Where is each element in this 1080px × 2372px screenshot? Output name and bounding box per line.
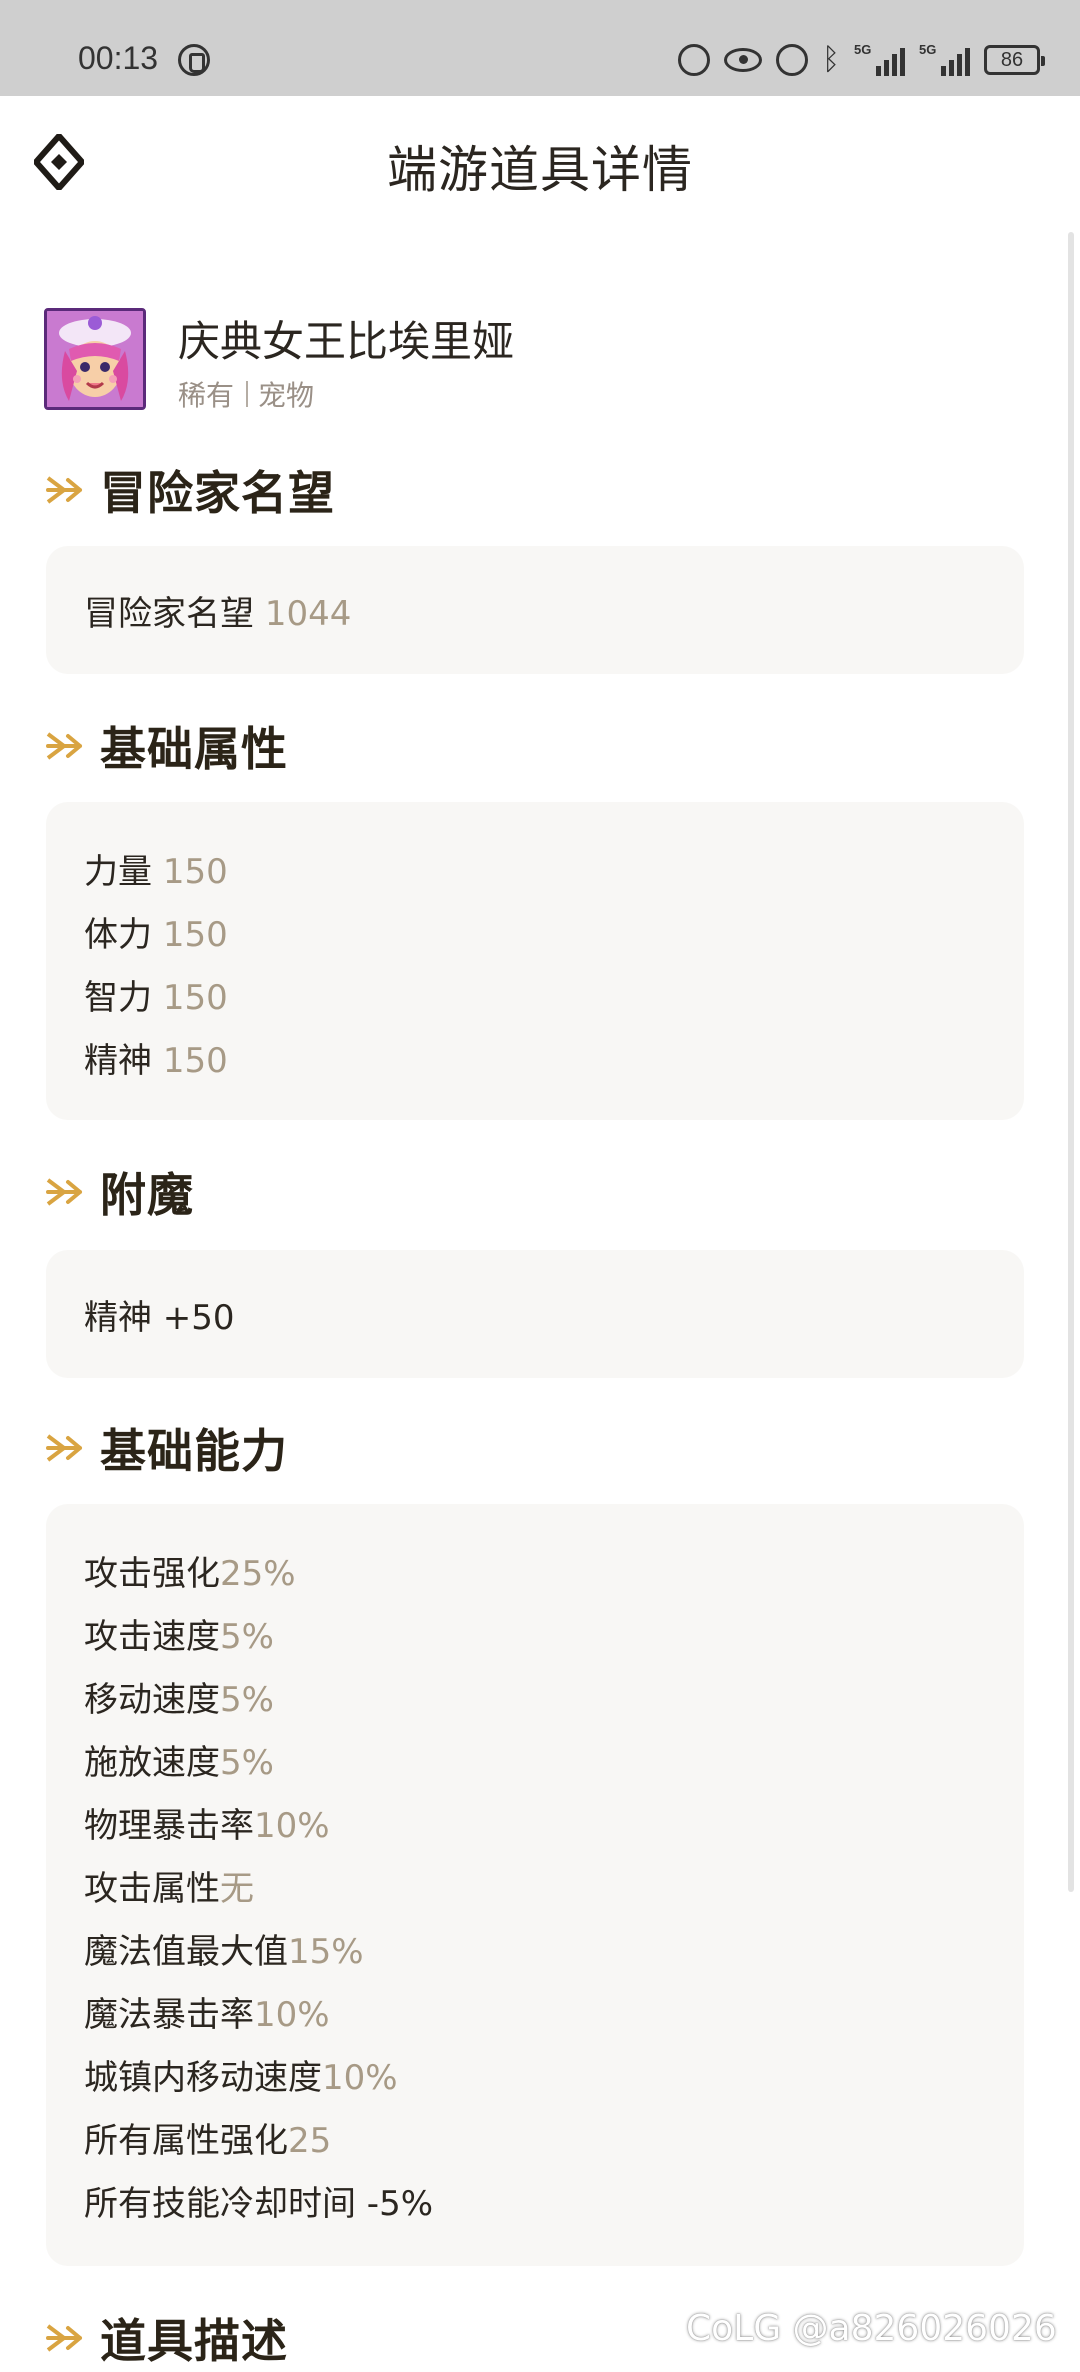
stat-row: 智力 150: [84, 970, 228, 1019]
stat-label: 城镇内移动速度: [84, 2058, 322, 2098]
stat-value: 150: [162, 852, 228, 892]
top-bar: 端游道具详情: [0, 96, 1080, 236]
stat-label: 力量: [84, 852, 152, 892]
stat-label: 魔法值最大值: [84, 1932, 288, 1972]
stat-row: 攻击属性无: [84, 1861, 254, 1910]
enchant-card: 精神 +50: [46, 1250, 1024, 1378]
section-title: 道具描述: [100, 2314, 288, 2368]
section-arrow-icon: [46, 476, 82, 504]
stat-row: 所有技能冷却时间 -5%: [84, 2184, 434, 2224]
stat-label: 物理暴击率: [84, 1806, 254, 1846]
bluetooth-icon: ᛒ: [822, 42, 840, 77]
stat-row: 魔法暴击率10%: [84, 1987, 330, 2036]
item-image: [44, 308, 146, 410]
hand-icon: [178, 44, 210, 76]
stat-row: 冒险家名望 1044: [84, 586, 351, 635]
item-tags: 稀有 宠物: [178, 374, 314, 414]
stat-value: 10%: [254, 1806, 330, 1846]
section-arrow-icon: [46, 732, 82, 760]
stat-label: 移动速度: [84, 1680, 220, 1720]
eye-icon: [724, 48, 762, 72]
stat-row: 移动速度5%: [84, 1672, 274, 1721]
signal-icon: 5G: [919, 42, 970, 76]
stat-row: 精神 +50: [84, 1298, 235, 1338]
alarm-icon: [776, 44, 808, 76]
section-header-base-abilities: 基础能力: [44, 1418, 288, 1478]
tag-divider: [246, 381, 249, 407]
stat-value: 150: [162, 915, 228, 955]
section-arrow-icon: [46, 2324, 82, 2352]
data-saver-icon: [678, 44, 710, 76]
page-title: 端游道具详情: [387, 141, 693, 199]
item-name: 庆典女王比埃里娅: [178, 317, 515, 366]
section-title: 附魔: [100, 1168, 194, 1222]
stat-value: 10%: [254, 1995, 330, 2035]
stat-label: 魔法暴击率: [84, 1995, 254, 2035]
stat-row: 攻击速度5%: [84, 1609, 274, 1658]
status-icons: ᛒ 5G 5G 86: [678, 42, 1045, 78]
stat-label: 所有属性强化: [84, 2121, 288, 2161]
stat-value: 5%: [220, 1743, 274, 1783]
stat-label: 冒险家名望: [84, 594, 254, 634]
stat-row: 物理暴击率10%: [84, 1798, 330, 1847]
stat-row: 体力 150: [84, 907, 228, 956]
section-header-reputation: 冒险家名望: [44, 460, 335, 520]
stat-row: 所有属性强化25: [84, 2113, 331, 2162]
stat-value: 25%: [220, 1554, 296, 1594]
stat-value: 25: [288, 2121, 332, 2161]
stat-value: 1044: [264, 594, 352, 634]
item-header: 庆典女王比埃里娅 稀有 宠物: [44, 308, 1044, 418]
stat-label: 体力: [84, 915, 152, 955]
stat-row: 精神 150: [84, 1033, 228, 1082]
stat-value: 5%: [220, 1617, 274, 1657]
stat-row: 攻击强化25%: [84, 1546, 296, 1595]
signal-icon: 5G: [854, 42, 905, 76]
stat-label: 攻击速度: [84, 1617, 220, 1657]
stat-row: 力量 150: [84, 844, 228, 893]
stat-label: 攻击属性: [84, 1869, 220, 1909]
stat-value: 15%: [288, 1932, 364, 1972]
stat-value: 无: [220, 1869, 254, 1909]
status-bar: 00:13 ᛒ 5G 5G 86: [0, 0, 1080, 96]
stat-value: 150: [162, 1041, 228, 1081]
stat-value: 150: [162, 978, 228, 1018]
reputation-card: 冒险家名望 1044: [46, 546, 1024, 674]
item-rarity: 稀有: [178, 379, 235, 412]
section-header-enchant: 附魔: [44, 1162, 194, 1222]
base-attributes-card: 力量 150 体力 150 智力 150 精神 150: [46, 802, 1024, 1120]
status-time: 00:13: [78, 40, 159, 76]
section-arrow-icon: [46, 1178, 82, 1206]
item-category: 宠物: [258, 379, 315, 412]
section-header-description: 道具描述: [44, 2308, 288, 2368]
section-arrow-icon: [46, 1434, 82, 1462]
section-header-base-attributes: 基础属性: [44, 716, 288, 776]
stat-row: 城镇内移动速度10%: [84, 2050, 398, 2099]
section-title: 冒险家名望: [100, 466, 335, 520]
section-title: 基础属性: [100, 722, 288, 776]
stat-label: 攻击强化: [84, 1554, 220, 1594]
stat-label: 精神: [84, 1041, 152, 1081]
base-abilities-card: 攻击强化25% 攻击速度5% 移动速度5% 施放速度5% 物理暴击率10% 攻击…: [46, 1504, 1024, 2266]
battery-icon: 86: [984, 45, 1045, 75]
stat-value: 10%: [322, 2058, 398, 2098]
stat-value: 5%: [220, 1680, 274, 1720]
watermark: CoLG @a826026026: [686, 2308, 1057, 2349]
stat-label: 智力: [84, 978, 152, 1018]
section-title: 基础能力: [100, 1424, 288, 1478]
stat-row: 魔法值最大值15%: [84, 1924, 364, 1973]
stat-label: 施放速度: [84, 1743, 220, 1783]
scrollbar[interactable]: [1068, 232, 1074, 1892]
stat-row: 施放速度5%: [84, 1735, 274, 1784]
